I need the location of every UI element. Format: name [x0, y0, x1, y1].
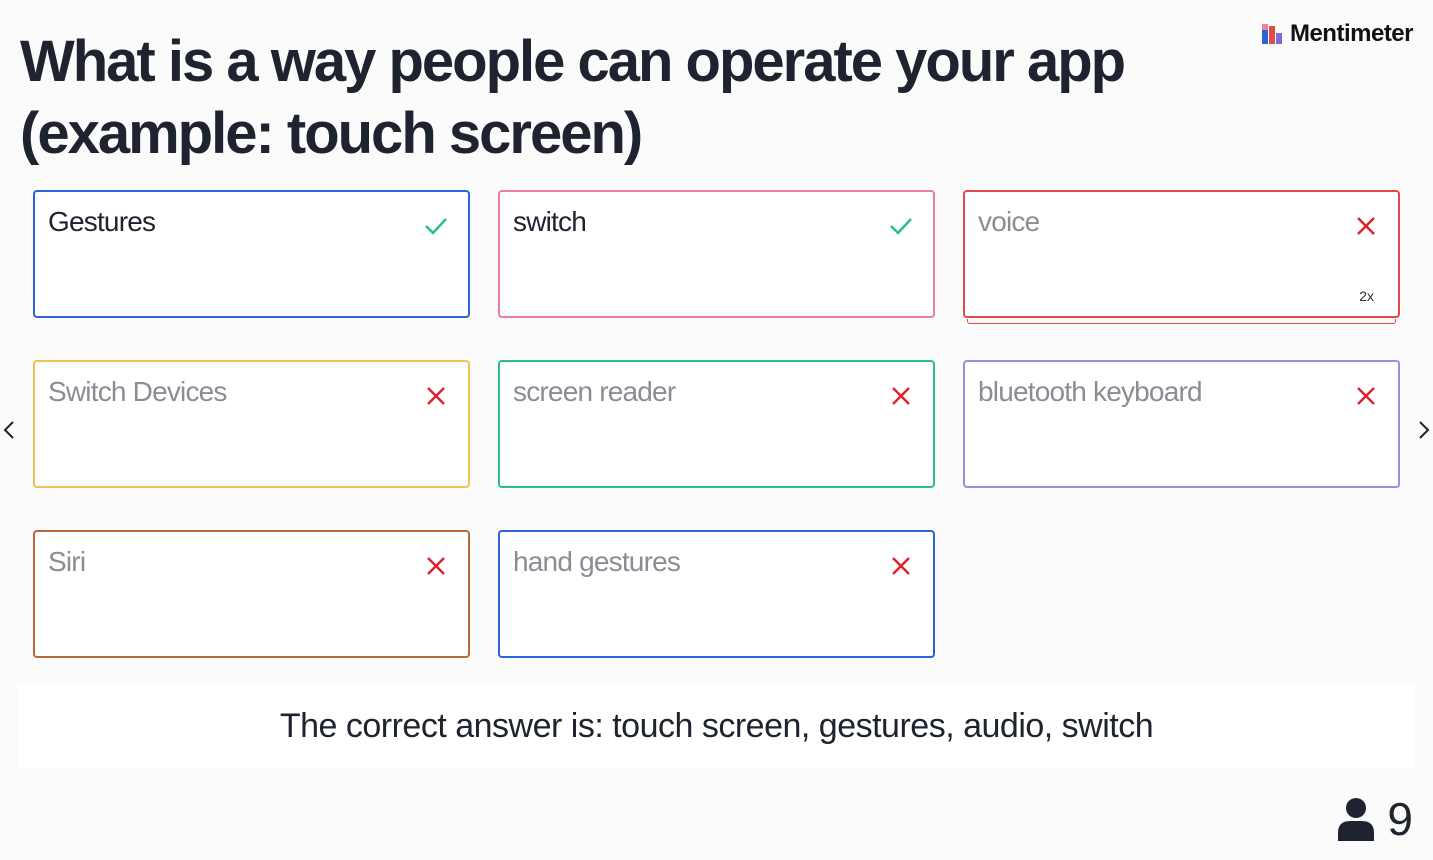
answer-label: Gestures: [48, 206, 156, 237]
answer-label: hand gestures: [513, 546, 681, 577]
participant-count: 9: [1387, 793, 1413, 845]
answer-label: Switch Devices: [48, 376, 227, 407]
cross-icon: [1357, 387, 1375, 405]
participant-counter: 9: [1337, 792, 1413, 846]
person-icon: [1338, 798, 1375, 841]
answer-card: Siri: [33, 530, 470, 658]
cross-icon: [892, 557, 910, 575]
answer-card: voice 2x: [963, 190, 1400, 324]
cross-icon: [427, 557, 445, 575]
correct-answer-banner: The correct answer is: touch screen, ges…: [18, 684, 1415, 768]
brand-logo: Mentimeter: [1261, 20, 1414, 48]
answer-card: screen reader: [498, 360, 935, 488]
answer-card: hand gestures: [498, 530, 935, 658]
answer-label: voice: [978, 206, 1040, 237]
chevron-right-icon: [1419, 421, 1430, 439]
duplicate-count-badge: 2x: [1359, 288, 1374, 304]
mentimeter-logo-icon: [1261, 24, 1282, 44]
correct-answer-text: The correct answer is: touch screen, ges…: [279, 706, 1154, 745]
chevron-left-icon: [3, 421, 14, 439]
cross-icon: [1357, 217, 1375, 235]
answer-card: Switch Devices: [33, 360, 470, 488]
cross-icon: [892, 387, 910, 405]
answer-label: bluetooth keyboard: [978, 376, 1203, 407]
answer-label: screen reader: [513, 376, 676, 407]
answer-card: Gestures: [33, 190, 470, 318]
previous-slide-button[interactable]: [0, 418, 20, 442]
answer-card: bluetooth keyboard: [963, 360, 1400, 488]
check-icon: [890, 218, 912, 235]
check-icon: [425, 218, 447, 235]
next-slide-button[interactable]: [1413, 418, 1433, 442]
question-title: What is a way people can operate your ap…: [20, 29, 1126, 166]
brand-name: Mentimeter: [1289, 20, 1414, 47]
slide: Mentimeter What is a way people can oper…: [0, 0, 1433, 860]
answer-label: Siri: [48, 546, 86, 577]
answer-card: switch: [498, 190, 935, 318]
cross-icon: [427, 387, 445, 405]
stacked-card-edge: [967, 319, 1396, 324]
answer-label: switch: [513, 206, 587, 237]
